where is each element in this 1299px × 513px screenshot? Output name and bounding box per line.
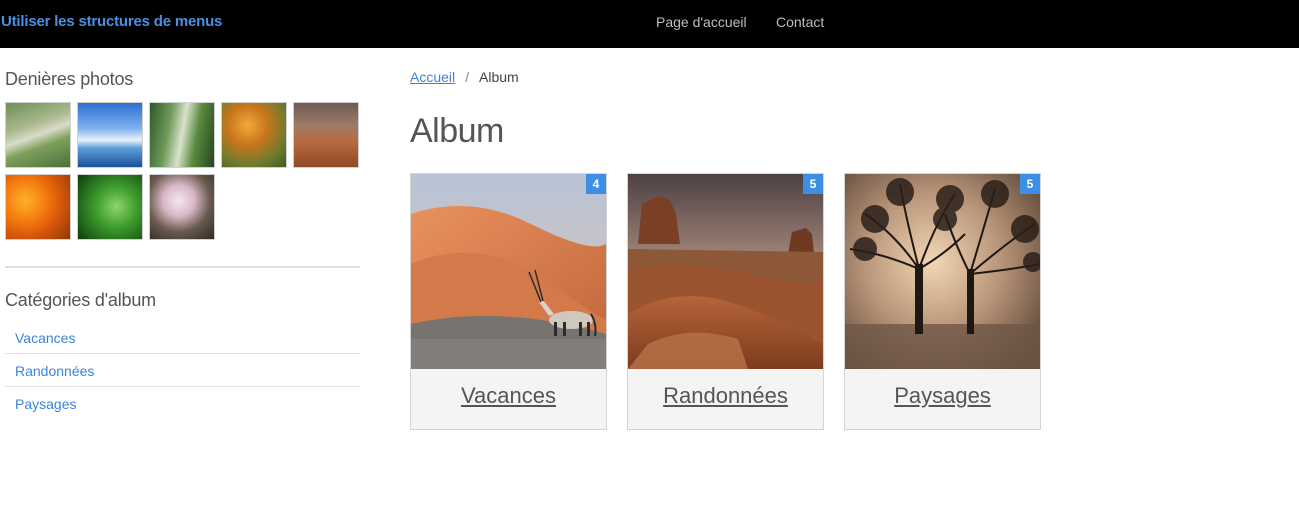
thumbnail-stream[interactable]: [5, 102, 71, 168]
page-title: Album: [410, 112, 504, 150]
album-count-badge: 5: [803, 174, 823, 194]
thumbnail-sky-boat[interactable]: [77, 102, 143, 168]
breadcrumb-home-link[interactable]: Accueil: [410, 69, 455, 85]
album-card-paysages[interactable]: 5 Paysages: [844, 173, 1041, 430]
thumbnail-forest-path[interactable]: [149, 102, 215, 168]
list-item: Paysages: [5, 387, 360, 420]
breadcrumb-current: Album: [479, 69, 519, 85]
album-count-badge: 5: [1020, 174, 1040, 194]
sidebar-divider: [5, 266, 360, 268]
album-card-vacances[interactable]: 4 Vacances: [410, 173, 607, 430]
thumbnail-green-leaves[interactable]: [77, 174, 143, 240]
brand-link[interactable]: Utiliser les structures de menus: [1, 13, 222, 30]
thumbnail-white-flowers[interactable]: [149, 174, 215, 240]
top-navbar: Utiliser les structures de menus Page d'…: [0, 0, 1299, 48]
list-item: Vacances: [5, 321, 360, 354]
thumbnail-orange-flowers[interactable]: [5, 174, 71, 240]
thumbnail-monument-valley[interactable]: [293, 102, 359, 168]
recent-photos-heading: Denières photos: [5, 69, 134, 89]
category-link-paysages[interactable]: Paysages: [5, 387, 360, 412]
album-cover-misty-trees: [845, 174, 1040, 369]
album-title: Randonnées: [663, 383, 788, 408]
album-categories-heading: Catégories d'album: [5, 290, 156, 310]
album-count-badge: 4: [586, 174, 606, 194]
album-card-randonnees[interactable]: 5 Randonnées: [627, 173, 824, 430]
breadcrumb-separator: /: [465, 69, 470, 85]
category-link-randonnees[interactable]: Randonnées: [5, 354, 360, 379]
album-cover-desert-oryx: [411, 174, 606, 369]
breadcrumb: Accueil / Album: [410, 69, 519, 85]
thumbnail-autumn-tree[interactable]: [221, 102, 287, 168]
album-category-list: Vacances Randonnées Paysages: [5, 321, 360, 420]
category-link-vacances[interactable]: Vacances: [5, 321, 360, 346]
nav-link-home[interactable]: Page d'accueil: [656, 14, 747, 30]
album-cover-monument-valley: [628, 174, 823, 369]
album-title: Paysages: [894, 383, 991, 408]
album-title: Vacances: [461, 383, 556, 408]
nav-link-contact[interactable]: Contact: [776, 14, 824, 30]
list-item: Randonnées: [5, 354, 360, 387]
